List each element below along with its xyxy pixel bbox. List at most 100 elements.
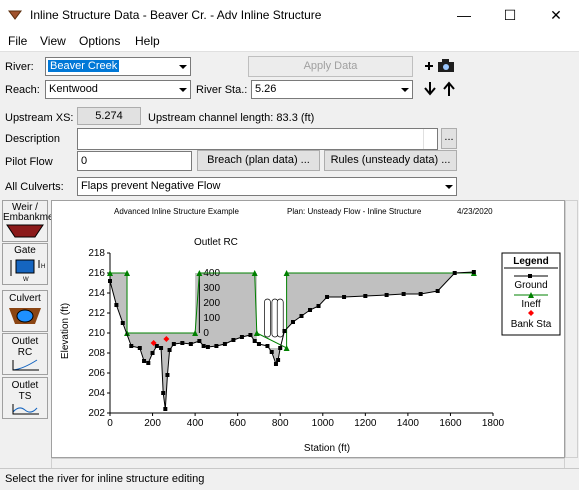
river-sta-label: River Sta.: — [196, 84, 248, 96]
y-tick-label: 210 — [88, 328, 105, 339]
x-axis-label: Station (ft) — [304, 443, 350, 454]
all-culverts-value: Flaps prevent Negative Flow — [81, 180, 221, 192]
weir-icon — [6, 224, 44, 238]
ground-point — [159, 346, 164, 350]
ground-point — [129, 344, 134, 348]
culvert-button[interactable]: Culvert — [2, 290, 48, 332]
y-tick-label: 216 — [88, 268, 105, 279]
x-tick-label: 1800 — [482, 418, 505, 429]
river-select[interactable]: Beaver Creek — [45, 57, 191, 76]
minimize-button[interactable]: — — [441, 0, 487, 30]
vertical-scrollbar[interactable] — [565, 200, 578, 458]
ground-point — [161, 391, 166, 395]
ground-point — [282, 329, 287, 333]
arrow-down-icon — [424, 82, 436, 96]
upstream-xs-label: Upstream XS: — [5, 112, 74, 124]
all-culverts-select[interactable]: Flaps prevent Negative Flow — [77, 177, 457, 196]
add-picture-button[interactable] — [421, 56, 457, 76]
ground-point — [205, 345, 210, 349]
ground-point — [180, 341, 185, 345]
ground-point — [248, 333, 253, 337]
ground-point — [222, 342, 227, 346]
legend-ground-marker — [528, 274, 532, 278]
ground-point — [201, 344, 206, 348]
outlet-rc-label: Outlet RC — [11, 336, 39, 358]
x-tick-label: 1200 — [354, 418, 377, 429]
ground-point — [342, 295, 347, 299]
menu-options[interactable]: Options — [79, 34, 120, 48]
x-tick-label: 200 — [144, 418, 161, 429]
ground-point — [471, 270, 476, 274]
x-tick-label: 0 — [107, 418, 113, 429]
ground-point — [171, 342, 176, 346]
next-down-button[interactable] — [421, 79, 439, 99]
reach-select[interactable]: Kentwood — [45, 80, 191, 99]
ground-point — [276, 358, 281, 362]
legend-ineff: Ineff — [521, 299, 540, 310]
ground-point — [142, 359, 147, 363]
weir-label: Weir / Embankment — [3, 202, 62, 223]
river-sta-value: 5.26 — [255, 83, 277, 95]
apply-data-button[interactable]: Apply Data — [248, 56, 413, 77]
gate-icon: HW — [10, 259, 45, 283]
rules-button[interactable]: Rules (unsteady data) ... — [324, 150, 457, 171]
ground-point — [273, 362, 278, 366]
next-up-button[interactable] — [440, 79, 458, 99]
outlet-ts-button[interactable]: Outlet TS — [2, 377, 48, 419]
svg-text:H: H — [41, 264, 45, 270]
ground-point — [256, 342, 261, 346]
window-title: Inline Structure Data - Beaver Cr. - Adv… — [30, 8, 322, 22]
description-field[interactable] — [77, 128, 438, 150]
upstream-length-text: Upstream channel length: 83.3 (ft) — [148, 112, 315, 124]
menu-view[interactable]: View — [40, 34, 66, 48]
cross-section-chart: Advanced Inline Structure Example Plan: … — [60, 207, 561, 454]
x-tick-label: 1000 — [312, 418, 335, 429]
ground-point — [269, 350, 274, 354]
chevron-down-icon — [396, 81, 412, 98]
y-tick-label: 204 — [88, 388, 105, 399]
reach-label: Reach: — [5, 84, 40, 96]
outlet-ts-icon — [12, 404, 39, 415]
y-tick-label: 218 — [88, 248, 105, 259]
ineff-area-0 — [127, 273, 196, 333]
ground-point — [239, 335, 244, 339]
outlet-rc-button[interactable]: Outlet RC — [2, 333, 48, 375]
close-button[interactable]: ✕ — [533, 0, 579, 30]
x-tick-label: 800 — [272, 418, 289, 429]
legend-title: Legend — [513, 256, 549, 267]
ground-point — [154, 344, 159, 348]
description-ellipsis-button[interactable]: ... — [441, 128, 457, 149]
svg-text:W: W — [23, 277, 29, 282]
ground-point — [299, 314, 304, 318]
x-tick-label: 1400 — [397, 418, 420, 429]
maximize-button[interactable]: ☐ — [487, 0, 533, 30]
gate-button[interactable]: Gate HW — [2, 243, 48, 285]
pilot-flow-input[interactable]: 0 — [77, 151, 192, 171]
river-sta-select[interactable]: 5.26 — [251, 80, 413, 99]
menu-bar: File View Options Help — [0, 30, 579, 52]
description-label: Description — [5, 133, 61, 145]
ground-point — [120, 321, 125, 325]
chevron-down-icon — [174, 81, 190, 98]
ground-point — [165, 373, 170, 377]
ground-point — [163, 407, 168, 411]
inset-tick-label: 300 — [203, 283, 220, 294]
culvert-icon — [9, 308, 41, 324]
chevron-down-icon — [440, 178, 456, 195]
gate-label: Gate — [14, 245, 36, 256]
description-spinner[interactable] — [423, 129, 437, 149]
status-bar: Select the river for inline structure ed… — [0, 468, 579, 490]
ground-point — [384, 293, 389, 297]
ground-point — [325, 295, 330, 299]
ground-point — [278, 346, 283, 350]
chart-title: Advanced Inline Structure Example — [114, 207, 240, 216]
weir-embankment-button[interactable]: Weir / Embankment — [2, 200, 62, 242]
culvert-opening-2 — [276, 298, 284, 338]
outlet-rc-icon — [12, 359, 39, 371]
menu-file[interactable]: File — [8, 34, 27, 48]
menu-help[interactable]: Help — [135, 34, 160, 48]
breach-button[interactable]: Breach (plan data) ... — [197, 150, 320, 171]
all-culverts-label: All Culverts: — [5, 181, 64, 193]
ground-point — [418, 292, 423, 296]
inset-tick-label: 100 — [203, 313, 220, 324]
